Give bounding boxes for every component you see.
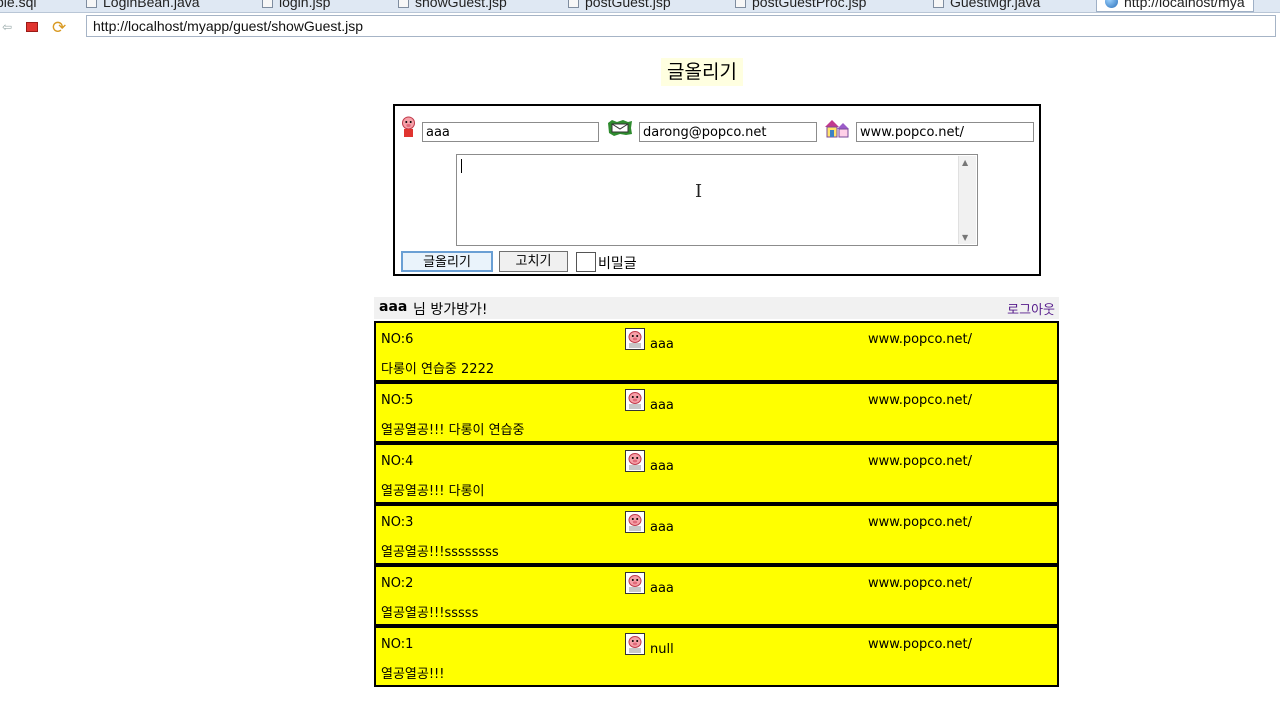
- entry-author: aaa: [650, 337, 674, 352]
- guest-entry: NO:2 aaa www.popco.net/ 열공열공!!!sssss: [374, 565, 1059, 626]
- entry-content: 열공열공!!!: [381, 667, 445, 682]
- stop-icon[interactable]: [26, 22, 38, 32]
- guest-entry: NO:3 aaa www.popco.net/ 열공열공!!!ssssssss: [374, 504, 1059, 565]
- text-caret: [461, 159, 462, 173]
- scroll-up-arrow-icon[interactable]: ▲: [962, 158, 968, 167]
- entry-content: 열공열공!!!sssss: [381, 606, 479, 621]
- file-icon: [933, 0, 944, 8]
- page-title: 글올리기: [661, 58, 743, 86]
- greeting-username: aaa: [379, 299, 408, 315]
- ibeam-cursor-icon: I: [695, 181, 703, 202]
- entry-number: NO:6: [381, 332, 414, 347]
- entry-number: NO:4: [381, 454, 414, 469]
- guest-entry: NO:5 aaa www.popco.net/ 열공열공!!! 다롱이 연습중: [374, 382, 1059, 443]
- entry-content: 다롱이 연습중 2222: [381, 362, 495, 377]
- entry-author: aaa: [650, 459, 674, 474]
- entry-number: NO:1: [381, 637, 414, 652]
- editor-tab-strip: ble.sql LoginBean.java login.jsp showGue…: [0, 0, 1280, 13]
- file-icon: [568, 0, 579, 8]
- tab-browser[interactable]: http://localhost/mya: [1096, 0, 1254, 12]
- tab-label: postGuestProc.jsp: [752, 0, 867, 10]
- tab-sql-file[interactable]: ble.sql: [0, 0, 36, 11]
- entry-author: aaa: [650, 520, 674, 535]
- pig-avatar-icon: [625, 633, 645, 655]
- refresh-icon[interactable]: ⟳: [52, 18, 66, 38]
- tab-showguest-jsp[interactable]: showGuest.jsp: [398, 0, 507, 11]
- pig-avatar-icon: [625, 511, 645, 533]
- tab-label: ble.sql: [0, 0, 37, 10]
- entry-author: aaa: [650, 581, 674, 596]
- entry-author: aaa: [650, 398, 674, 413]
- entry-homepage[interactable]: www.popco.net/: [868, 393, 972, 408]
- reset-button[interactable]: 고치기: [499, 251, 568, 272]
- entry-homepage[interactable]: www.popco.net/: [868, 515, 972, 530]
- pig-avatar-icon: [625, 328, 645, 350]
- entry-author: null: [650, 642, 674, 657]
- file-icon: [735, 0, 746, 8]
- tab-label: showGuest.jsp: [415, 0, 507, 10]
- entry-homepage[interactable]: www.popco.net/: [868, 454, 972, 469]
- tab-label: postGuest.jsp: [585, 0, 671, 10]
- tab-login-jsp[interactable]: login.jsp: [262, 0, 330, 11]
- person-icon: [402, 116, 415, 137]
- tab-label: http://localhost/mya: [1124, 0, 1245, 10]
- file-icon: [398, 0, 409, 8]
- guestbook-post-form: I ▲ ▼ 글올리기 고치기 비밀글: [393, 104, 1041, 276]
- scroll-down-arrow-icon[interactable]: ▼: [962, 233, 968, 242]
- textarea-scrollbar[interactable]: ▲ ▼: [958, 156, 976, 244]
- tab-loginbean[interactable]: LoginBean.java: [86, 0, 200, 11]
- pig-avatar-icon: [625, 450, 645, 472]
- greeting-bar: aaa 님 방가방가! 로그아웃: [374, 297, 1059, 319]
- guest-entry: NO:4 aaa www.popco.net/ 열공열공!!! 다롱이: [374, 443, 1059, 504]
- tab-label: LoginBean.java: [103, 0, 200, 10]
- entry-number: NO:2: [381, 576, 414, 591]
- tab-postguestproc-jsp[interactable]: postGuestProc.jsp: [735, 0, 866, 11]
- greeting-text: 님 방가방가!: [413, 302, 488, 318]
- name-field[interactable]: [422, 122, 599, 142]
- entry-homepage[interactable]: www.popco.net/: [868, 637, 972, 652]
- pig-avatar-icon: [625, 572, 645, 594]
- tab-label: GuestMgr.java: [950, 0, 1041, 10]
- tab-label: login.jsp: [279, 0, 331, 10]
- entry-content: 열공열공!!! 다롱이 연습중: [381, 423, 525, 438]
- entry-content: 열공열공!!!ssssssss: [381, 545, 499, 560]
- address-bar[interactable]: http://localhost/myapp/guest/showGuest.j…: [86, 15, 1276, 37]
- file-icon: [86, 0, 97, 8]
- secret-checkbox[interactable]: [576, 252, 596, 272]
- email-icon: [608, 120, 632, 136]
- guest-list: NO:6 aaa www.popco.net/ 다롱이 연습중 2222 NO:…: [374, 321, 1059, 687]
- globe-icon: [1105, 0, 1118, 8]
- guest-entry: NO:6 aaa www.popco.net/ 다롱이 연습중 2222: [374, 321, 1059, 382]
- back-arrow-icon[interactable]: ⇦: [2, 20, 12, 34]
- tab-postguest-jsp[interactable]: postGuest.jsp: [568, 0, 671, 11]
- secret-label: 비밀글: [598, 256, 637, 272]
- submit-button[interactable]: 글올리기: [401, 251, 493, 272]
- entry-homepage[interactable]: www.popco.net/: [868, 576, 972, 591]
- logout-link[interactable]: 로그아웃: [1007, 299, 1055, 318]
- entry-number: NO:5: [381, 393, 414, 408]
- entry-content: 열공열공!!! 다롱이: [381, 484, 485, 499]
- file-icon: [262, 0, 273, 8]
- home-icon: [825, 120, 849, 138]
- entry-number: NO:3: [381, 515, 414, 530]
- pig-avatar-icon: [625, 389, 645, 411]
- browser-toolbar: ⇦ ⟳ http://localhost/myapp/guest/showGue…: [0, 13, 1280, 43]
- homepage-field[interactable]: [856, 122, 1034, 142]
- tab-guestmgr-java[interactable]: GuestMgr.java: [933, 0, 1040, 11]
- guest-entry: NO:1 null www.popco.net/ 열공열공!!!: [374, 626, 1059, 687]
- content-textarea[interactable]: I ▲ ▼: [456, 154, 978, 246]
- entry-homepage[interactable]: www.popco.net/: [868, 332, 972, 347]
- email-field[interactable]: [639, 122, 817, 142]
